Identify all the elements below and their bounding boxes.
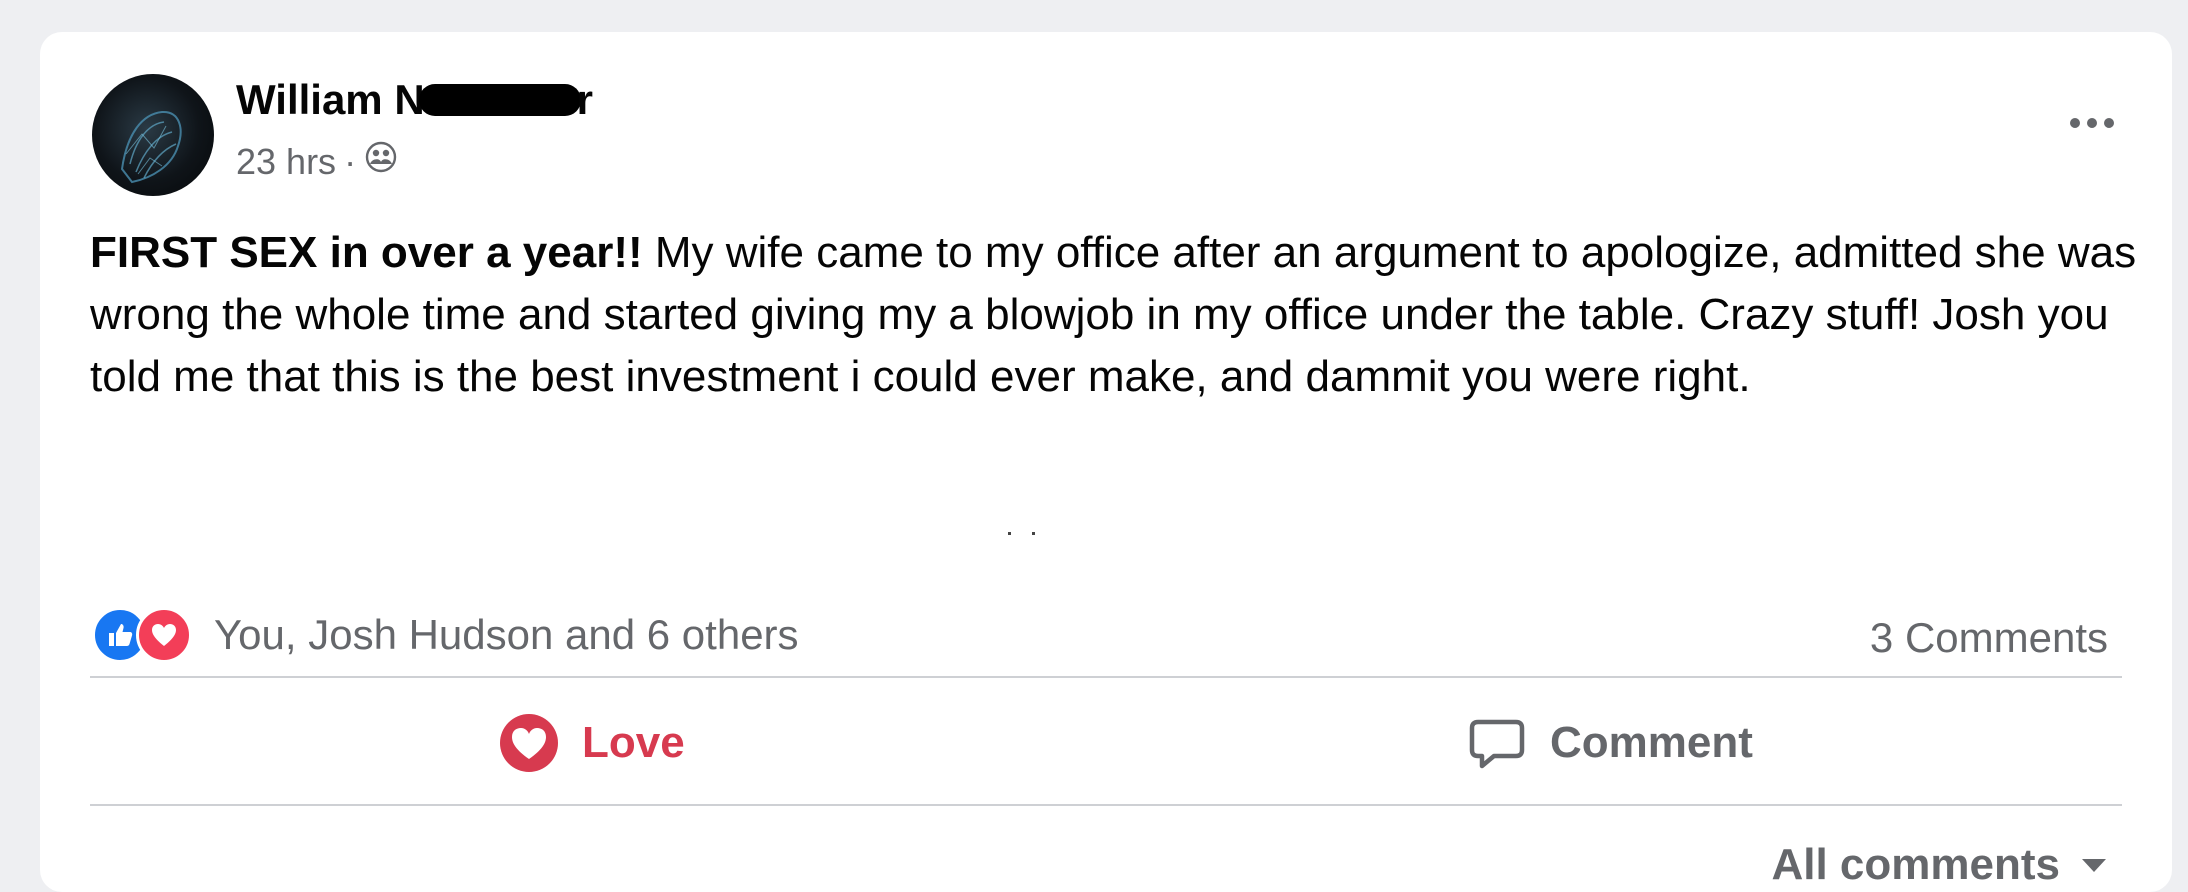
comments-filter-dropdown[interactable]: All comments: [1771, 840, 2108, 890]
comments-count[interactable]: 3 Comments: [1870, 614, 2108, 662]
post-card: William N r 23 hrs · FIRST SEX in over a …: [40, 32, 2172, 892]
author-name-end: r: [576, 76, 594, 123]
friends-icon[interactable]: [364, 140, 398, 183]
author-name-start: William N: [236, 76, 425, 123]
reactions-summary-text[interactable]: You, Josh Hudson and 6 others: [214, 611, 799, 659]
comment-icon: [1469, 719, 1525, 769]
comment-button[interactable]: Comment: [1466, 708, 1753, 778]
post-text-bold: FIRST SEX in over a year!!: [90, 228, 643, 277]
love-reaction-icon: [500, 714, 558, 772]
post-timestamp[interactable]: 23 hrs: [236, 141, 336, 183]
meta-separator: ·: [344, 140, 357, 182]
caret-down-icon: [2082, 859, 2106, 872]
author-name[interactable]: William N r: [236, 76, 593, 124]
love-button[interactable]: Love: [498, 708, 685, 778]
love-icon: [136, 607, 192, 663]
post-meta: 23 hrs ·: [236, 140, 398, 183]
divider: [90, 804, 2122, 806]
love-label: Love: [582, 718, 685, 767]
more-options-icon[interactable]: [2070, 118, 2114, 128]
author-avatar[interactable]: [92, 74, 214, 196]
comment-label: Comment: [1550, 718, 1753, 767]
divider: [90, 676, 2122, 678]
comments-filter-label: All comments: [1771, 840, 2060, 889]
stray-marks: [1008, 532, 1035, 535]
redaction-bar: [418, 84, 581, 116]
post-text: FIRST SEX in over a year!! My wife came …: [90, 222, 2140, 408]
reaction-summary[interactable]: You, Josh Hudson and 6 others: [92, 607, 799, 663]
